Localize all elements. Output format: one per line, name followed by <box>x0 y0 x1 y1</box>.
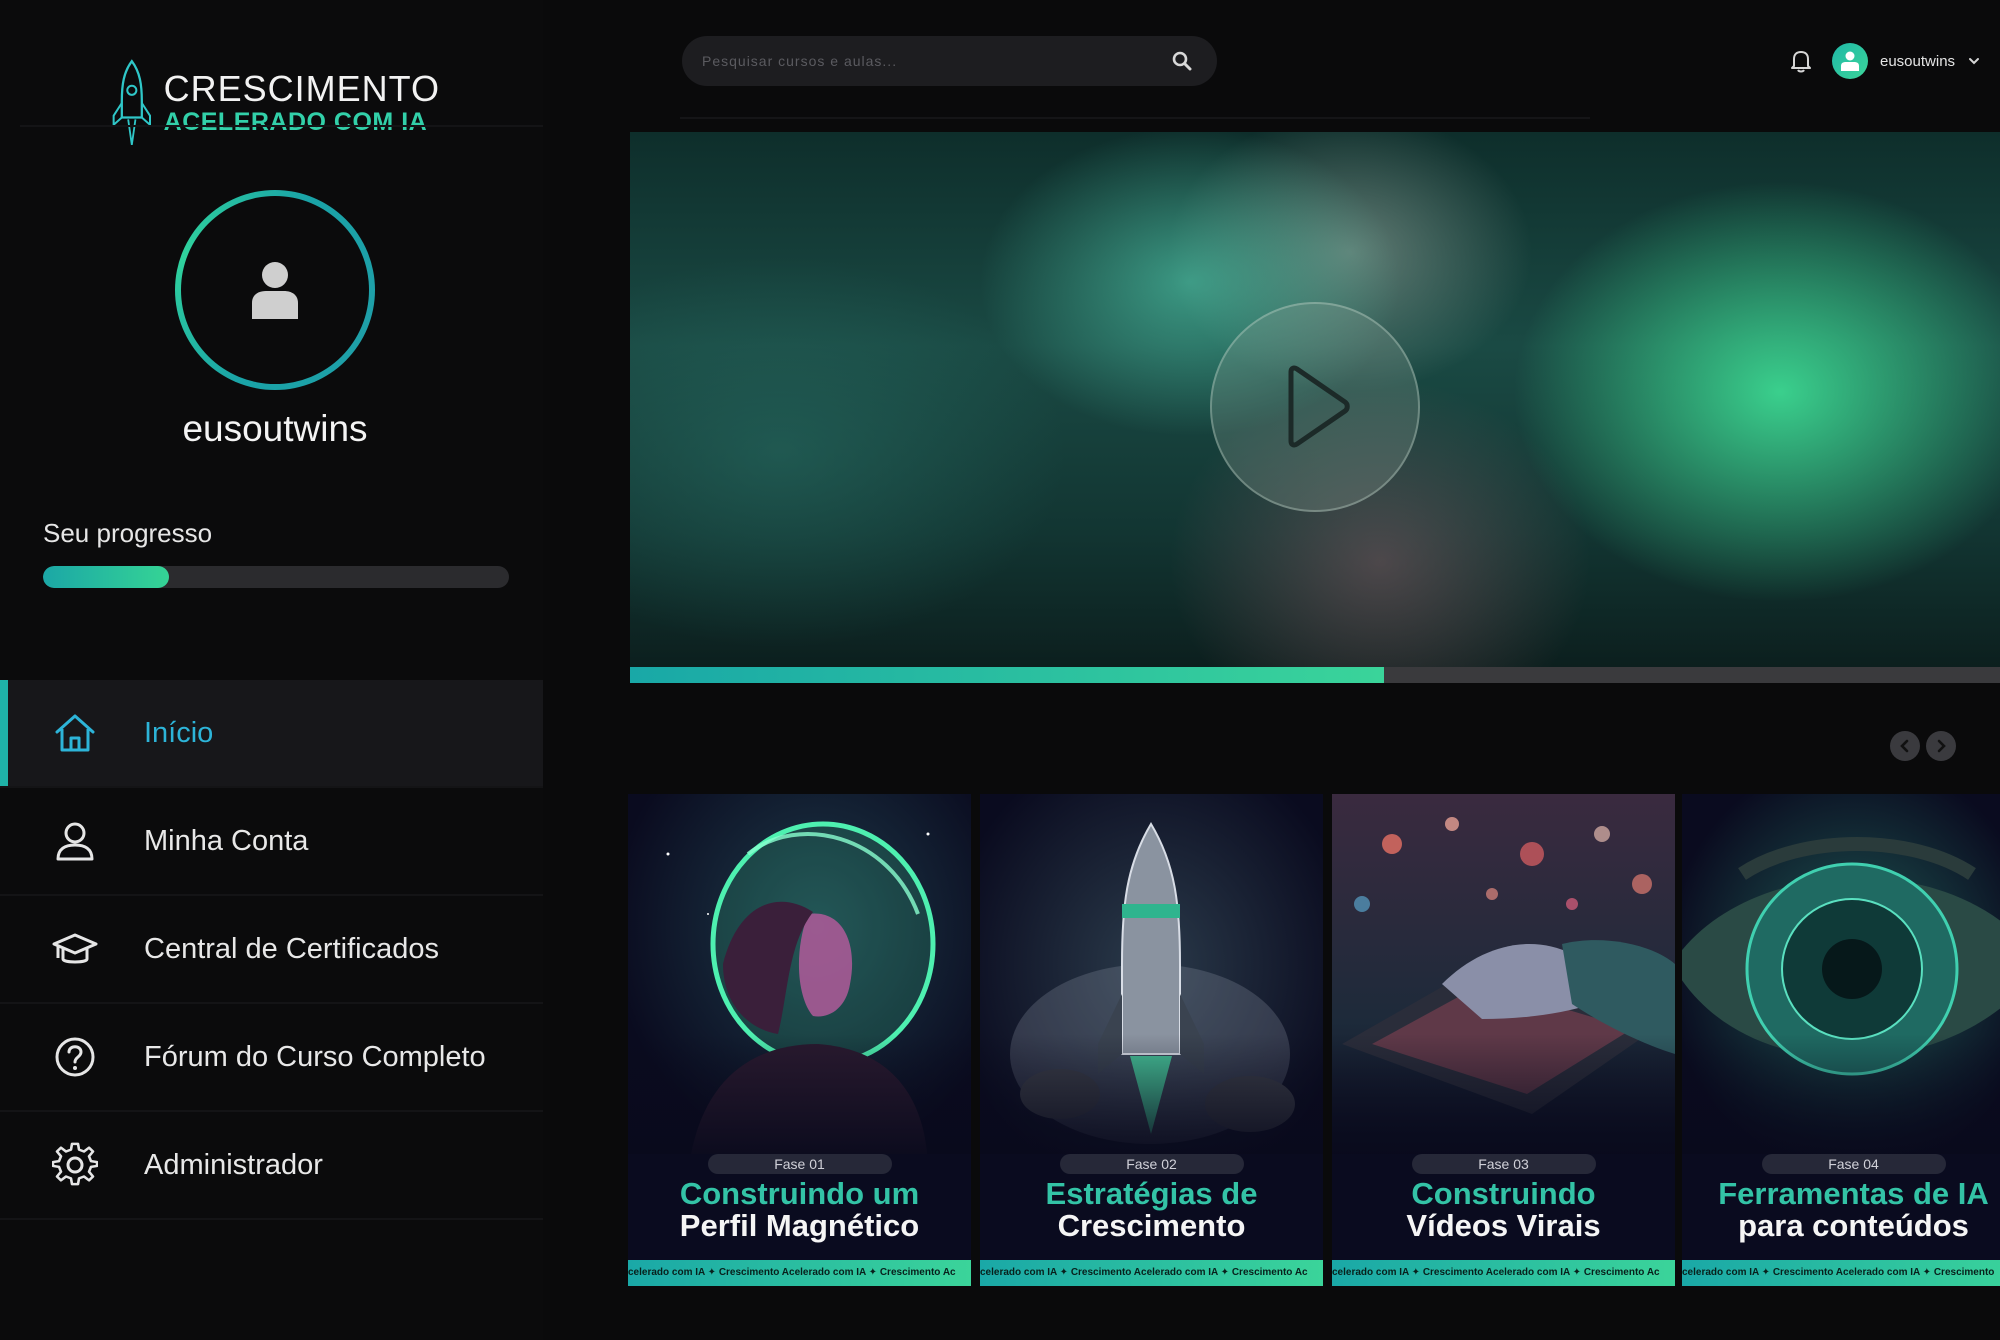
sidebar-divider <box>20 125 543 127</box>
course-card[interactable]: Fase 03 Construindo Vídeos Virais celera… <box>1332 794 1675 1286</box>
course-title-line2: Perfil Magnético <box>679 1208 920 1243</box>
brand-name-line1: CRESCIMENTO <box>163 67 440 109</box>
topbar-divider <box>680 117 1590 119</box>
course-title-line1: Construindo um <box>679 1176 920 1211</box>
course-ribbon: celerado com IA ✦ Crescimento Acelerado … <box>628 1260 971 1286</box>
user-placeholder-icon <box>252 262 298 319</box>
course-card[interactable]: Fase 04 Ferramentas de IA para conteúdos… <box>1682 794 2000 1286</box>
search-bar <box>682 36 1217 86</box>
user-avatar <box>1832 43 1868 79</box>
video-progress-fill <box>630 667 1384 683</box>
course-card[interactable]: Fase 02 Estratégias de Crescimento celer… <box>980 794 1323 1286</box>
course-phase-badge: Fase 03 <box>1411 1154 1596 1174</box>
chevron-right-icon <box>1937 739 1946 753</box>
brand-name-line2: ACELERADO COM IA <box>163 107 428 136</box>
profile-username: eusoutwins <box>182 408 368 449</box>
carousel-controls <box>1890 731 1956 761</box>
course-title-line1: Estratégias de <box>1045 1176 1258 1211</box>
chevron-down-icon <box>1969 58 1980 65</box>
sidebar-item-label: Fórum do Curso Completo <box>144 1040 486 1073</box>
sidebar-item-minha-conta[interactable]: Minha Conta <box>0 788 543 896</box>
sidebar-item-inicio[interactable]: Início <box>0 680 543 788</box>
course-title-line1: Construindo <box>1411 1176 1596 1211</box>
carousel-next-button[interactable] <box>1926 731 1956 761</box>
play-icon <box>1288 365 1350 448</box>
video-progress-bar[interactable] <box>630 667 2000 683</box>
sidebar-item-administrador[interactable]: Administrador <box>0 1112 543 1220</box>
course-title-line2: Crescimento <box>1057 1208 1246 1243</box>
course-title-line1: Ferramentas de IA <box>1718 1176 1989 1211</box>
sidebar-item-forum[interactable]: Fórum do Curso Completo <box>0 1004 543 1112</box>
rocket-icon <box>112 58 152 145</box>
avatar[interactable] <box>175 190 375 390</box>
hero-video[interactable] <box>630 132 2000 667</box>
course-ribbon: celerado com IA ✦ Crescimento Acelerado … <box>980 1260 1323 1286</box>
course-title-line2: Vídeos Virais <box>1406 1208 1601 1243</box>
search-icon <box>1172 51 1192 71</box>
course-ribbon: celerado com IA ✦ Crescimento Acelerado … <box>1682 1260 2000 1286</box>
course-title-line2: para conteúdos <box>1738 1208 1969 1243</box>
gear-icon <box>52 1142 98 1186</box>
search-button[interactable] <box>1167 46 1197 76</box>
progress-label: Seu progresso <box>43 518 213 548</box>
play-button[interactable] <box>1210 302 1420 512</box>
bell-icon[interactable] <box>1788 48 1814 74</box>
course-phase-badge: Fase 02 <box>1059 1154 1244 1174</box>
progress-bar <box>43 566 509 588</box>
graduation-cap-icon <box>52 933 98 964</box>
sidebar-item-certificados[interactable]: Central de Certificados <box>0 896 543 1004</box>
course-carousel: Fase 01 Construindo um Perfil Magnético … <box>628 794 2000 1286</box>
home-icon <box>55 714 95 752</box>
sidebar-item-label: Central de Certificados <box>144 932 439 965</box>
sidebar: CRESCIMENTO ACELERADO COM IA eusoutwins … <box>0 0 543 1340</box>
progress-bar-fill <box>43 566 169 588</box>
user-avatar-icon <box>1841 51 1859 71</box>
brand-logo[interactable]: CRESCIMENTO ACELERADO COM IA <box>110 50 440 155</box>
search-input[interactable] <box>702 53 1167 69</box>
user-menu[interactable]: eusoutwins <box>1832 38 1981 84</box>
course-ribbon: celerado com IA ✦ Crescimento Acelerado … <box>1332 1260 1675 1286</box>
sidebar-item-label: Início <box>144 716 214 749</box>
user-icon <box>56 822 94 861</box>
course-phase-badge: Fase 04 <box>1761 1154 1946 1174</box>
course-phase-badge: Fase 01 <box>707 1154 892 1174</box>
chevron-left-icon <box>1900 739 1909 753</box>
header-username: eusoutwins <box>1880 52 1956 70</box>
carousel-prev-button[interactable] <box>1890 731 1920 761</box>
sidebar-item-label: Minha Conta <box>144 824 309 857</box>
question-circle-icon <box>55 1037 95 1077</box>
sidebar-nav: Início Minha Conta Central de Certificad… <box>0 680 543 1220</box>
course-card[interactable]: Fase 01 Construindo um Perfil Magnético … <box>628 794 971 1286</box>
sidebar-item-label: Administrador <box>144 1148 323 1181</box>
